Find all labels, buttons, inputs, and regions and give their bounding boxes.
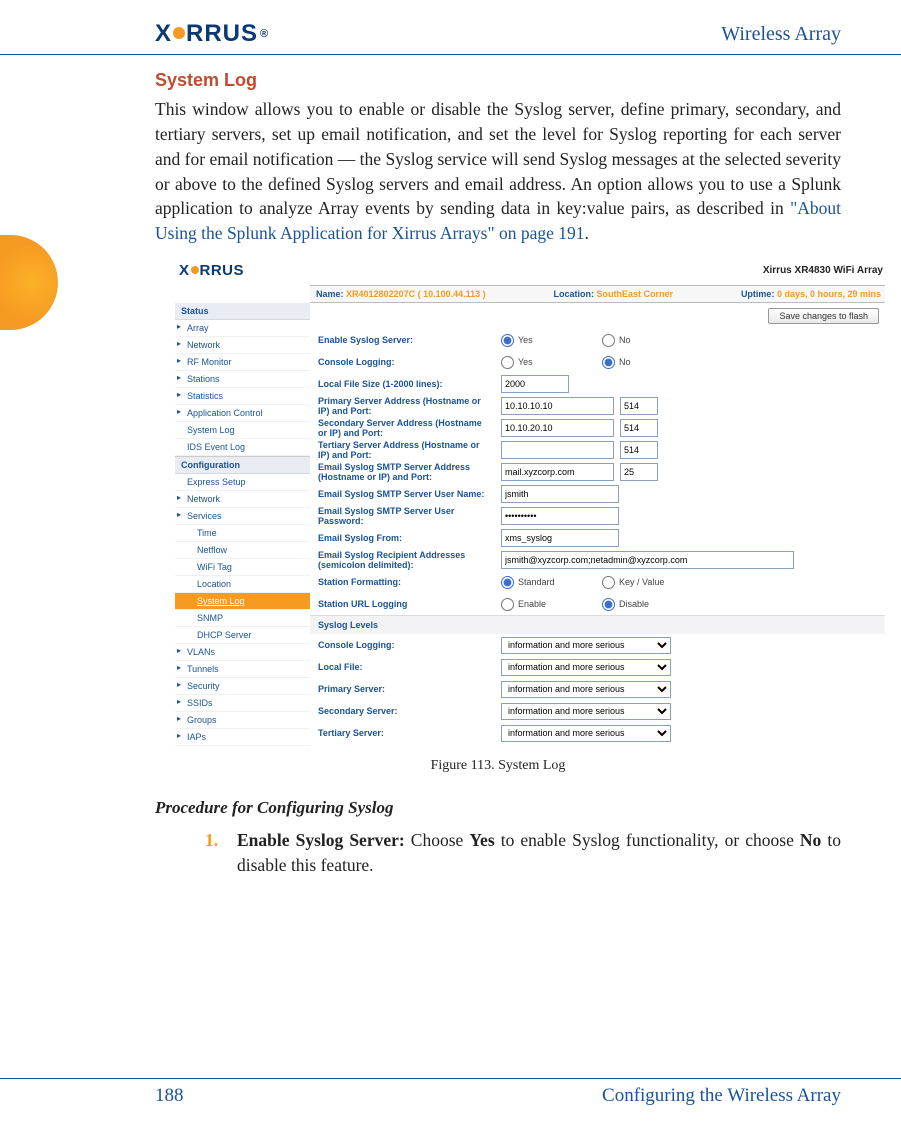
lbl-secondary: Secondary Server Address (Hostname or IP… [318, 418, 501, 439]
figure-screenshot: XRRUS Xirrus XR4830 WiFi Array Name: XR4… [175, 258, 885, 746]
input-smtp-pass[interactable] [501, 507, 619, 525]
page-header: XRRUS® Wireless Array [0, 0, 901, 55]
input-smtp-port[interactable] [620, 463, 658, 481]
nav-item-tunnels[interactable]: Tunnels [175, 661, 310, 678]
input-secondary-addr[interactable] [501, 419, 614, 437]
nav-sub-netflow[interactable]: Netflow [175, 542, 310, 559]
sel-lv-tertiary[interactable]: information and more serious [501, 725, 671, 742]
intro-paragraph: This window allows you to enable or disa… [155, 97, 841, 246]
lbl-lv-secondary: Secondary Server: [318, 706, 501, 716]
input-secondary-port[interactable] [620, 419, 658, 437]
lbl-console-logging: Console Logging: [318, 357, 501, 367]
lbl-primary: Primary Server Address (Hostname or IP) … [318, 396, 501, 417]
sel-lv-console[interactable]: information and more serious [501, 637, 671, 654]
input-recipients[interactable] [501, 551, 794, 569]
nav-item-vlans[interactable]: VLANs [175, 644, 310, 661]
nav-item-ssids[interactable]: SSIDs [175, 695, 310, 712]
radio-console-yes[interactable]: Yes [501, 356, 596, 369]
section-title: System Log [155, 70, 841, 91]
lbl-filesize: Local File Size (1-2000 lines): [318, 379, 501, 389]
lbl-from: Email Syslog From: [318, 533, 501, 543]
sidebar-nav: Status Array Network RF Monitor Stations… [175, 303, 310, 746]
nav-item-syslog[interactable]: System Log [175, 422, 310, 439]
figure-caption: Figure 113. System Log [155, 758, 841, 774]
nav-head-config: Configuration [175, 456, 310, 474]
nav-item-statistics[interactable]: Statistics [175, 388, 310, 405]
nav-sub-snmp[interactable]: SNMP [175, 610, 310, 627]
nav-item-array[interactable]: Array [175, 320, 310, 337]
lbl-smtp-user: Email Syslog SMTP Server User Name: [318, 489, 501, 499]
syslog-levels-head: Syslog Levels [310, 615, 885, 634]
nav-head-status: Status [175, 303, 310, 320]
lbl-lv-tertiary: Tertiary Server: [318, 728, 501, 738]
radio-kv[interactable]: Key / Value [602, 576, 697, 589]
doc-title: Wireless Array [721, 23, 841, 46]
nav-item-appcontrol[interactable]: Application Control [175, 405, 310, 422]
nav-sub-wifitag[interactable]: WiFi Tag [175, 559, 310, 576]
procedure-heading: Procedure for Configuring Syslog [155, 798, 841, 818]
form-panel: Save changes to flash Enable Syslog Serv… [310, 303, 885, 746]
lbl-lv-primary: Primary Server: [318, 684, 501, 694]
nav-item-stations[interactable]: Stations [175, 371, 310, 388]
lbl-smtp: Email Syslog SMTP Server Address (Hostna… [318, 462, 501, 483]
nav-item-security[interactable]: Security [175, 678, 310, 695]
radio-enable-no[interactable]: No [602, 334, 697, 347]
lbl-recipients: Email Syslog Recipient Addresses (semico… [318, 550, 501, 571]
radio-console-no[interactable]: No [602, 356, 697, 369]
nav-sub-systemlog[interactable]: System Log [175, 593, 310, 610]
input-smtp-addr[interactable] [501, 463, 614, 481]
radio-std[interactable]: Standard [501, 576, 596, 589]
lbl-tertiary: Tertiary Server Address (Hostname or IP)… [318, 440, 501, 461]
input-tertiary-addr[interactable] [501, 441, 614, 459]
radio-enable-yes[interactable]: Yes [501, 334, 596, 347]
lbl-url-logging: Station URL Logging [318, 599, 501, 609]
lbl-lv-file: Local File: [318, 662, 501, 672]
nav-sub-location[interactable]: Location [175, 576, 310, 593]
radio-url-enable[interactable]: Enable [501, 598, 596, 611]
nav-item-groups[interactable]: Groups [175, 712, 310, 729]
nav-sub-time[interactable]: Time [175, 525, 310, 542]
nav-item-iaps[interactable]: IAPs [175, 729, 310, 746]
sel-lv-primary[interactable]: information and more serious [501, 681, 671, 698]
input-filesize[interactable] [501, 375, 569, 393]
step-number: 1. [205, 828, 237, 878]
device-model: Xirrus XR4830 WiFi Array [763, 265, 883, 276]
nav-item-ids[interactable]: IDS Event Log [175, 439, 310, 456]
nav-item-express[interactable]: Express Setup [175, 474, 310, 491]
lbl-format: Station Formatting: [318, 577, 501, 587]
lbl-enable-syslog: Enable Syslog Server: [318, 335, 501, 345]
nav-item-cnetwork[interactable]: Network [175, 491, 310, 508]
chapter-name: Configuring the Wireless Array [602, 1085, 841, 1107]
brand-logo: XRRUS® [155, 20, 269, 48]
sel-lv-file[interactable]: information and more serious [501, 659, 671, 676]
lbl-smtp-pass: Email Syslog SMTP Server User Password: [318, 506, 501, 527]
radio-url-disable[interactable]: Disable [602, 598, 697, 611]
intro-text: This window allows you to enable or disa… [155, 99, 841, 218]
input-from[interactable] [501, 529, 619, 547]
shot-topbar: Name: XR4012802207C ( 10.100.44.113 ) Lo… [310, 285, 885, 303]
input-smtp-user[interactable] [501, 485, 619, 503]
input-tertiary-port[interactable] [620, 441, 658, 459]
procedure-step-1: 1. Enable Syslog Server: Choose Yes to e… [205, 828, 841, 878]
page-footer: 188 Configuring the Wireless Array [0, 1078, 901, 1107]
lbl-lv-console: Console Logging: [318, 640, 501, 650]
input-primary-addr[interactable] [501, 397, 614, 415]
nav-item-services[interactable]: Services [175, 508, 310, 525]
input-primary-port[interactable] [620, 397, 658, 415]
shot-brand-logo: XRRUS [179, 262, 244, 279]
nav-item-rfmonitor[interactable]: RF Monitor [175, 354, 310, 371]
page-number: 188 [155, 1085, 184, 1107]
save-button[interactable]: Save changes to flash [768, 308, 879, 324]
sel-lv-secondary[interactable]: information and more serious [501, 703, 671, 720]
nav-sub-dhcp[interactable]: DHCP Server [175, 627, 310, 644]
nav-item-network[interactable]: Network [175, 337, 310, 354]
